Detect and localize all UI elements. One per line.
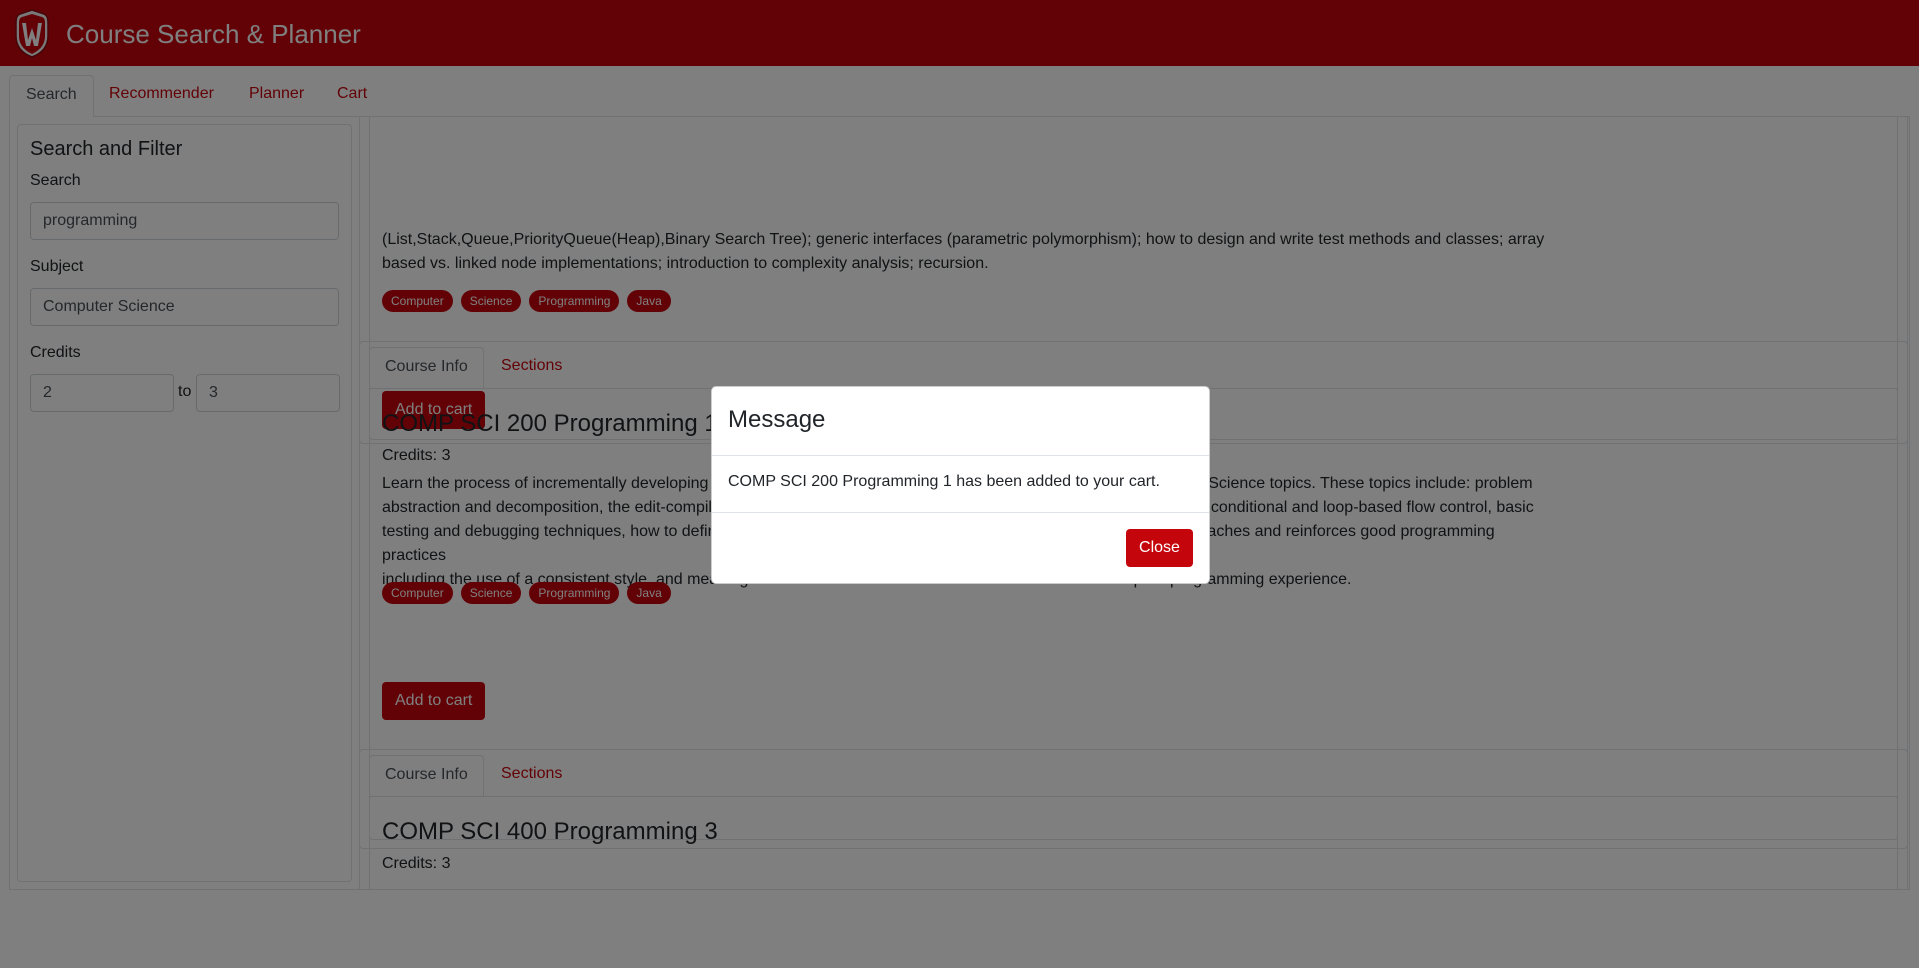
close-button[interactable]: Close (1126, 529, 1193, 567)
modal-footer-divider (712, 512, 1209, 513)
modal-header-divider (712, 455, 1209, 456)
modal-message: COMP SCI 200 Programming 1 has been adde… (728, 473, 1160, 490)
message-modal: Message COMP SCI 200 Programming 1 has b… (711, 386, 1210, 584)
modal-title: Message (728, 406, 826, 433)
